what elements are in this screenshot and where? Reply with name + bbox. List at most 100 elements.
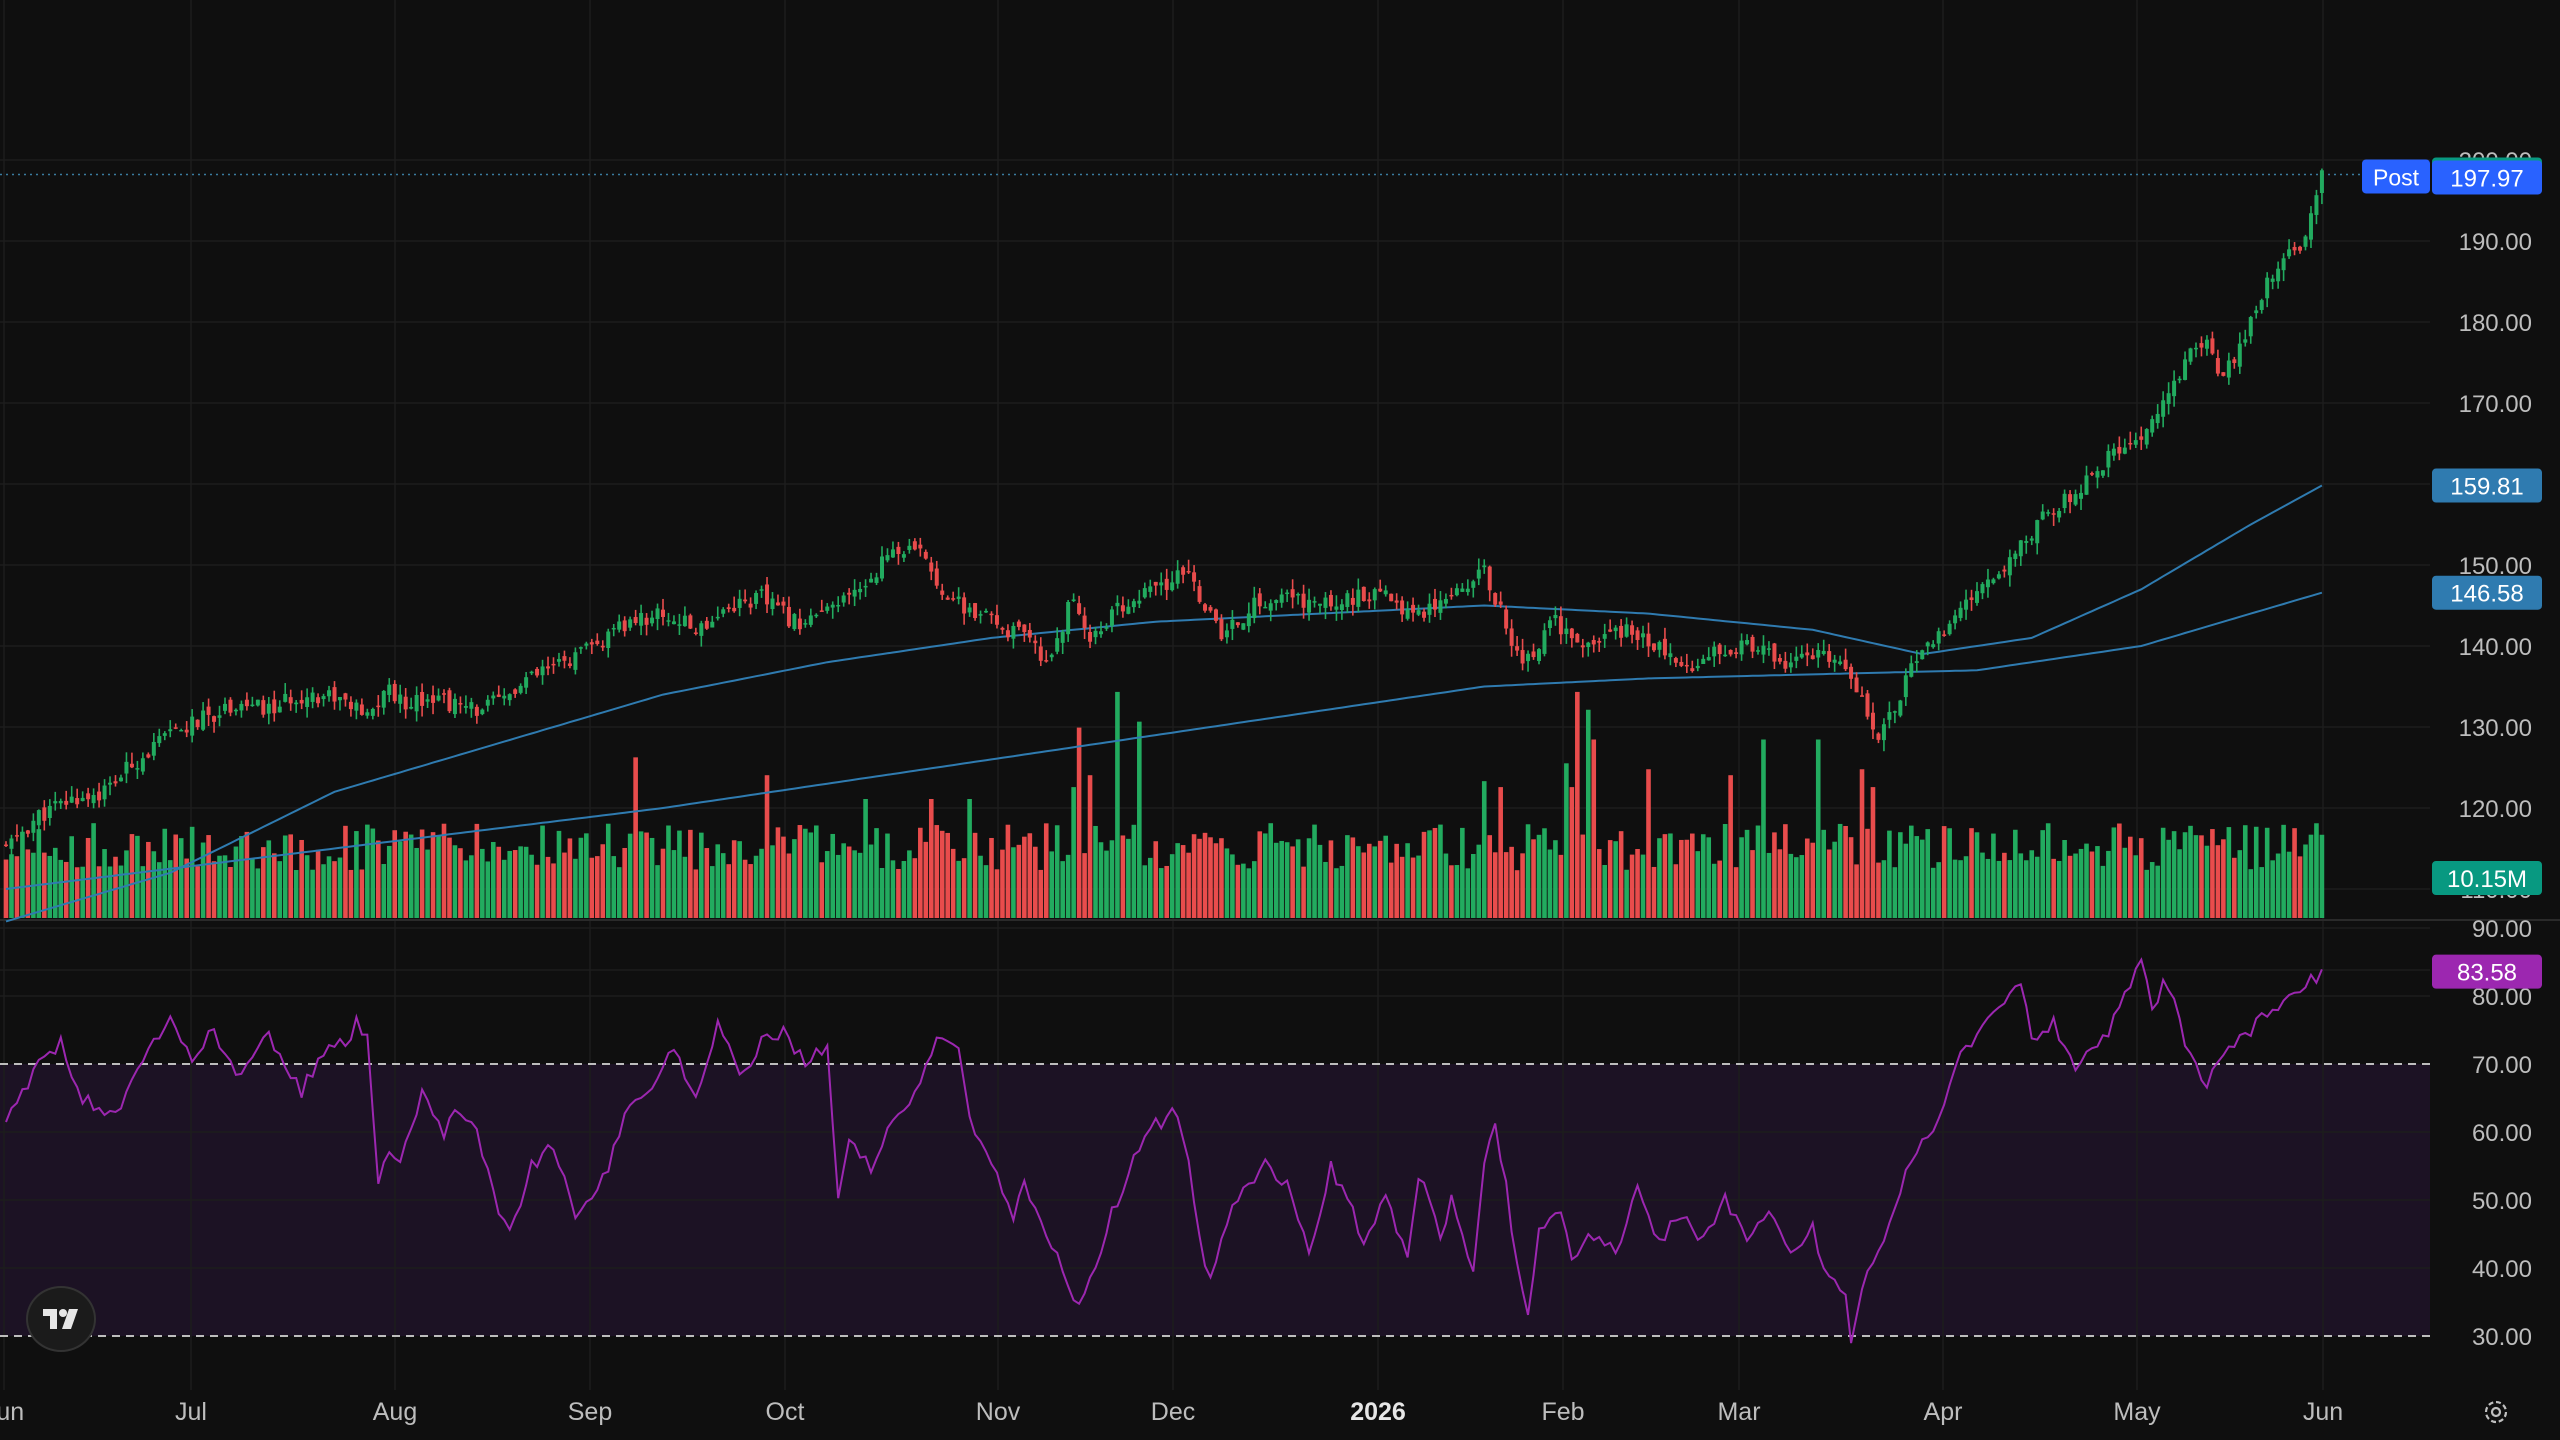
volume-bar[interactable] xyxy=(25,849,31,918)
volume-bar[interactable] xyxy=(934,825,940,918)
volume-bar[interactable] xyxy=(1388,862,1394,918)
volume-bar[interactable] xyxy=(1011,847,1016,918)
volume-bar[interactable] xyxy=(1662,834,1668,918)
volume-bar[interactable] xyxy=(1596,849,1602,918)
volume-bar[interactable] xyxy=(704,848,710,918)
volume-bar[interactable] xyxy=(2242,825,2248,918)
volume-bar[interactable] xyxy=(627,833,633,918)
volume-bar[interactable] xyxy=(1542,828,1547,918)
volume-bar[interactable] xyxy=(846,846,852,918)
volume-bar[interactable] xyxy=(1169,854,1175,918)
volume-bar[interactable] xyxy=(441,823,447,918)
volume-bar[interactable] xyxy=(671,850,677,918)
volume-bar[interactable] xyxy=(1963,856,1969,918)
volume-bar[interactable] xyxy=(1410,857,1416,918)
volume-bar[interactable] xyxy=(1000,849,1005,918)
volume-bar[interactable] xyxy=(211,861,217,918)
volume-bar[interactable] xyxy=(1235,864,1241,918)
volume-bar[interactable] xyxy=(2013,829,2018,918)
volume-bar[interactable] xyxy=(1602,864,1607,918)
volume-bar[interactable] xyxy=(699,832,704,918)
volume-bar[interactable] xyxy=(1520,853,1525,918)
volume-bar[interactable] xyxy=(36,829,42,918)
volume-bar[interactable] xyxy=(978,855,983,918)
candle[interactable] xyxy=(1865,689,1870,720)
volume-bar[interactable] xyxy=(9,854,14,918)
volume-bar[interactable] xyxy=(600,844,606,918)
volume-bar[interactable] xyxy=(200,842,206,918)
volume-bar[interactable] xyxy=(1985,858,1991,918)
volume-bar[interactable] xyxy=(452,845,458,918)
volume-bar[interactable] xyxy=(1394,843,1399,918)
volume-bar[interactable] xyxy=(1082,853,1087,918)
volume-bar[interactable] xyxy=(534,864,540,918)
volume-bar[interactable] xyxy=(1076,727,1082,918)
volume-bar[interactable] xyxy=(1503,852,1509,918)
volume-bar[interactable] xyxy=(1859,769,1865,918)
volume-bar[interactable] xyxy=(1252,861,1257,918)
volume-bar[interactable] xyxy=(1087,775,1093,918)
volume-bar[interactable] xyxy=(151,851,157,918)
volume-bar[interactable] xyxy=(2144,869,2150,918)
volume-bar[interactable] xyxy=(1175,843,1180,918)
volume-bar[interactable] xyxy=(1618,831,1624,918)
volume-bar[interactable] xyxy=(2067,855,2073,918)
volume-bar[interactable] xyxy=(731,840,737,918)
volume-bar[interactable] xyxy=(96,866,102,918)
volume-bar[interactable] xyxy=(118,865,124,918)
volume-bar[interactable] xyxy=(1158,868,1164,918)
volume-bar[interactable] xyxy=(2281,824,2286,918)
volume-bar[interactable] xyxy=(863,799,868,918)
volume-bar[interactable] xyxy=(764,775,770,918)
volume-bar[interactable] xyxy=(2166,839,2171,918)
volume-bar[interactable] xyxy=(726,864,731,918)
volume-bar[interactable] xyxy=(2215,845,2221,918)
volume-bar[interactable] xyxy=(841,843,846,918)
volume-bar[interactable] xyxy=(759,848,764,918)
volume-bar[interactable] xyxy=(414,847,419,918)
volume-bar[interactable] xyxy=(595,856,600,918)
volume-bar[interactable] xyxy=(1224,848,1230,918)
volume-bar[interactable] xyxy=(129,834,135,918)
volume-bar[interactable] xyxy=(1290,846,1295,918)
volume-bar[interactable] xyxy=(655,865,660,918)
volume-bar[interactable] xyxy=(972,832,978,918)
volume-bar[interactable] xyxy=(222,855,228,918)
volume-bar[interactable] xyxy=(63,861,69,918)
volume-bar[interactable] xyxy=(1301,866,1306,918)
volume-bar[interactable] xyxy=(1339,865,1345,918)
volume-bar[interactable] xyxy=(1476,844,1482,918)
volume-bar[interactable] xyxy=(1711,863,1717,918)
volume-bar[interactable] xyxy=(786,853,792,918)
volume-bar[interactable] xyxy=(1219,838,1224,918)
volume-bar[interactable] xyxy=(1142,865,1148,918)
volume-bar[interactable] xyxy=(835,854,841,918)
volume-bar[interactable] xyxy=(983,865,989,918)
volume-bar[interactable] xyxy=(1804,838,1810,918)
volume-bar[interactable] xyxy=(896,868,901,918)
chart-canvas[interactable]: Jun Jul Aug Sep Oct Nov Dec 2026 Feb Mar Apr May Jun… xyxy=(0,0,2560,1440)
volume-bar[interactable] xyxy=(321,864,326,918)
volume-bar[interactable] xyxy=(611,856,617,918)
volume-bar[interactable] xyxy=(688,829,693,918)
candle[interactable] xyxy=(1575,632,1580,643)
volume-bar[interactable] xyxy=(2106,850,2111,918)
volume-bar[interactable] xyxy=(770,845,775,918)
volume-bar[interactable] xyxy=(1569,787,1575,918)
volume-bar[interactable] xyxy=(490,841,496,918)
volume-bar[interactable] xyxy=(1049,851,1055,918)
volume-bar[interactable] xyxy=(605,823,611,918)
volume-bar[interactable] xyxy=(994,869,1000,918)
volume-bar[interactable] xyxy=(1131,824,1137,918)
volume-bar[interactable] xyxy=(1027,833,1033,918)
volume-bar[interactable] xyxy=(354,831,359,918)
volume-bar[interactable] xyxy=(1695,851,1701,918)
volume-bar[interactable] xyxy=(485,861,491,918)
volume-bar[interactable] xyxy=(1295,839,1301,918)
volume-bar[interactable] xyxy=(91,823,96,918)
volume-bar[interactable] xyxy=(819,862,825,918)
volume-bar[interactable] xyxy=(1345,835,1350,918)
volume-bar[interactable] xyxy=(567,838,573,918)
volume-bar[interactable] xyxy=(1022,836,1027,918)
volume-bar[interactable] xyxy=(2045,823,2051,918)
